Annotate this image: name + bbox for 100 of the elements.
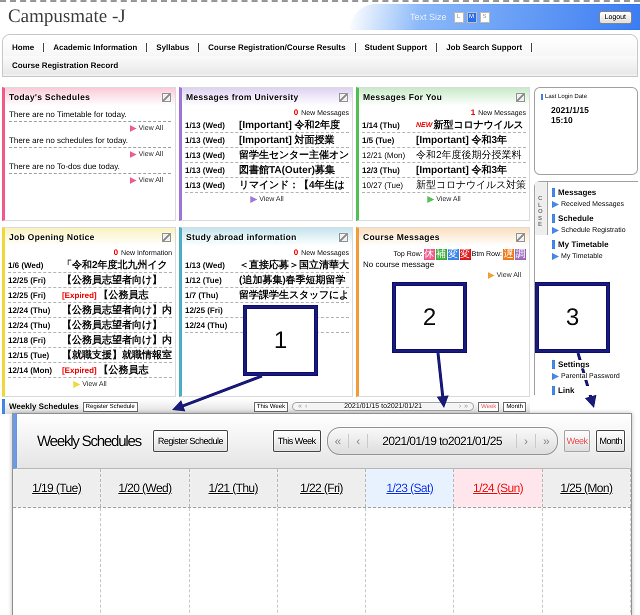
new-count: 1: [470, 108, 476, 117]
day-header[interactable]: 1/25 (Mon): [542, 469, 631, 507]
day-header[interactable]: 1/23 (Sat): [366, 469, 454, 507]
message-title[interactable]: 【公務員志: [98, 363, 149, 377]
day-header[interactable]: 1/24 (Sun): [454, 469, 543, 507]
schedule-text: There are no To-dos due today.: [9, 158, 171, 174]
nav-tab[interactable]: Course Registration Record: [3, 60, 128, 70]
message-title[interactable]: [Important] 令和3年: [416, 133, 508, 147]
message-date: 12/15 (Tue): [8, 350, 50, 360]
legend-icon: 休: [424, 249, 435, 260]
message-title[interactable]: 新型コロナウイルス: [433, 118, 524, 132]
message-title[interactable]: [Important] 令和2年度: [239, 118, 340, 132]
play-icon: [552, 227, 559, 234]
message-title[interactable]: [Important] 対面授業: [239, 133, 335, 147]
expand-icon[interactable]: [516, 232, 525, 242]
message-date: 1/13 (Wed): [185, 260, 226, 270]
nav-tab[interactable]: Home: [3, 42, 44, 52]
play-icon: [552, 201, 559, 208]
expired-tag: [Expired]: [62, 290, 97, 300]
message-date: 12/24 (Thu): [8, 306, 52, 314]
legend-icon: 変: [448, 249, 459, 260]
message-date: 1/13 (Wed): [185, 166, 226, 174]
expand-icon[interactable]: [162, 232, 171, 242]
message-title[interactable]: 留学課学生スタッフによ: [239, 288, 349, 302]
new-count: 0: [294, 248, 298, 257]
panel-title: Today's Schedules: [9, 92, 90, 102]
day-header[interactable]: 1/19 (Tue): [13, 469, 102, 507]
message-title[interactable]: 留学生センター主催オン: [239, 148, 349, 162]
new-count: 0: [114, 248, 118, 257]
message-date: 12/3 (Thu): [362, 166, 401, 174]
callout-label: 2: [392, 282, 467, 353]
legend-icon: 変: [460, 249, 471, 260]
play-icon: [130, 151, 137, 158]
day-header[interactable]: 1/21 (Thu): [190, 469, 278, 507]
nav-tab[interactable]: Course Registration/Course Results: [199, 42, 356, 52]
message-title[interactable]: 図書館TA(Outer)募集: [239, 163, 335, 177]
message-date: 12/21 (Mon): [362, 150, 406, 160]
message-title[interactable]: ＜直接応募＞国立清華大: [239, 258, 349, 272]
play-icon: [130, 125, 137, 132]
message-title[interactable]: 「令和2年度北九州イク: [62, 258, 168, 272]
this-week-button[interactable]: This Week: [272, 430, 321, 452]
weekly-title: Weekly Schedules: [37, 432, 141, 450]
play-icon: [427, 196, 434, 203]
last-login-date: 2021/1/15: [550, 105, 590, 115]
expand-icon[interactable]: [162, 92, 171, 102]
message-date: 1/7 (Thu): [185, 290, 220, 300]
legend-icon: 補: [436, 249, 447, 260]
message-title[interactable]: (追加募集)春季短期留学: [239, 273, 346, 287]
message-date: 12/25 (Fri): [8, 276, 47, 284]
message-title[interactable]: 新型コロナウイルス対策: [416, 178, 526, 192]
panel-title: Course Messages: [363, 232, 440, 242]
schedule-text: There are no Timetable for today.: [9, 106, 171, 122]
view-tab[interactable]: Month: [596, 430, 625, 452]
panel-title: Messages For You: [363, 92, 442, 102]
legend-icon: 遅: [503, 249, 514, 260]
new-count: 0: [294, 108, 298, 117]
play-icon: [552, 373, 559, 380]
play-icon: [250, 196, 258, 203]
message-date: 1/5 (Tue): [362, 136, 396, 144]
message-title[interactable]: 【公務員志望者向け】: [62, 273, 162, 287]
play-icon: [130, 177, 137, 184]
message-date: 1/13 (Wed): [185, 120, 226, 130]
panel-title: Study abroad information: [186, 232, 297, 242]
day-header[interactable]: 1/20 (Wed): [101, 469, 190, 507]
message-title[interactable]: 【公務員志望者向け】: [62, 318, 162, 332]
expand-icon[interactable]: [339, 232, 348, 242]
nav-tab[interactable]: Job Search Support: [437, 42, 532, 52]
play-icon: [488, 272, 495, 279]
message-title[interactable]: 【公務員志望者向け】内: [62, 333, 172, 347]
message-title[interactable]: リマインド：【4年生は: [239, 178, 345, 192]
panel-title: Job Opening Notice: [9, 232, 95, 242]
message-title[interactable]: 【公務員志望者向け】内: [62, 303, 172, 317]
message-date: 1/13 (Wed): [185, 150, 226, 160]
play-icon: [73, 381, 80, 388]
message-date: 1/6 (Wed): [8, 260, 44, 270]
message-title[interactable]: [Important] 令和3年: [416, 163, 508, 177]
schedule-text: There are no schedules for today.: [9, 132, 171, 148]
legend-icon: 調: [515, 249, 526, 260]
message-date: 12/24 (Thu): [8, 320, 52, 330]
message-date: 10/27 (Tue): [362, 180, 404, 190]
message-title[interactable]: 【就職支援】就職情報室: [62, 348, 172, 362]
callout-label: 3: [535, 282, 610, 353]
message-date: 1/12 (Tue): [185, 276, 223, 284]
message-date: 1/13 (Wed): [185, 136, 226, 144]
message-date: 12/24 (Thu): [185, 320, 228, 330]
message-title[interactable]: 令和2年度後期分授業料: [416, 148, 522, 162]
message-title[interactable]: 【公務員志: [98, 288, 149, 302]
play-icon: [552, 253, 559, 260]
text-size-label: Text Size: [410, 12, 447, 22]
register-schedule-button[interactable]: Register Schedule: [152, 430, 228, 452]
expired-tag: [Expired]: [62, 366, 97, 374]
panel-title: Messages from University: [186, 92, 299, 102]
nav-tab[interactable]: Academic Information: [44, 42, 148, 52]
expand-icon[interactable]: [339, 92, 348, 102]
nav-tab[interactable]: Student Support: [356, 42, 438, 52]
message-date: 12/25 (Fri): [185, 306, 224, 314]
logo-text: Campusmate -J: [7, 6, 126, 28]
expand-icon[interactable]: [516, 92, 525, 102]
callout-label: 1: [243, 305, 318, 376]
nav-tab[interactable]: Syllabus: [147, 42, 200, 52]
